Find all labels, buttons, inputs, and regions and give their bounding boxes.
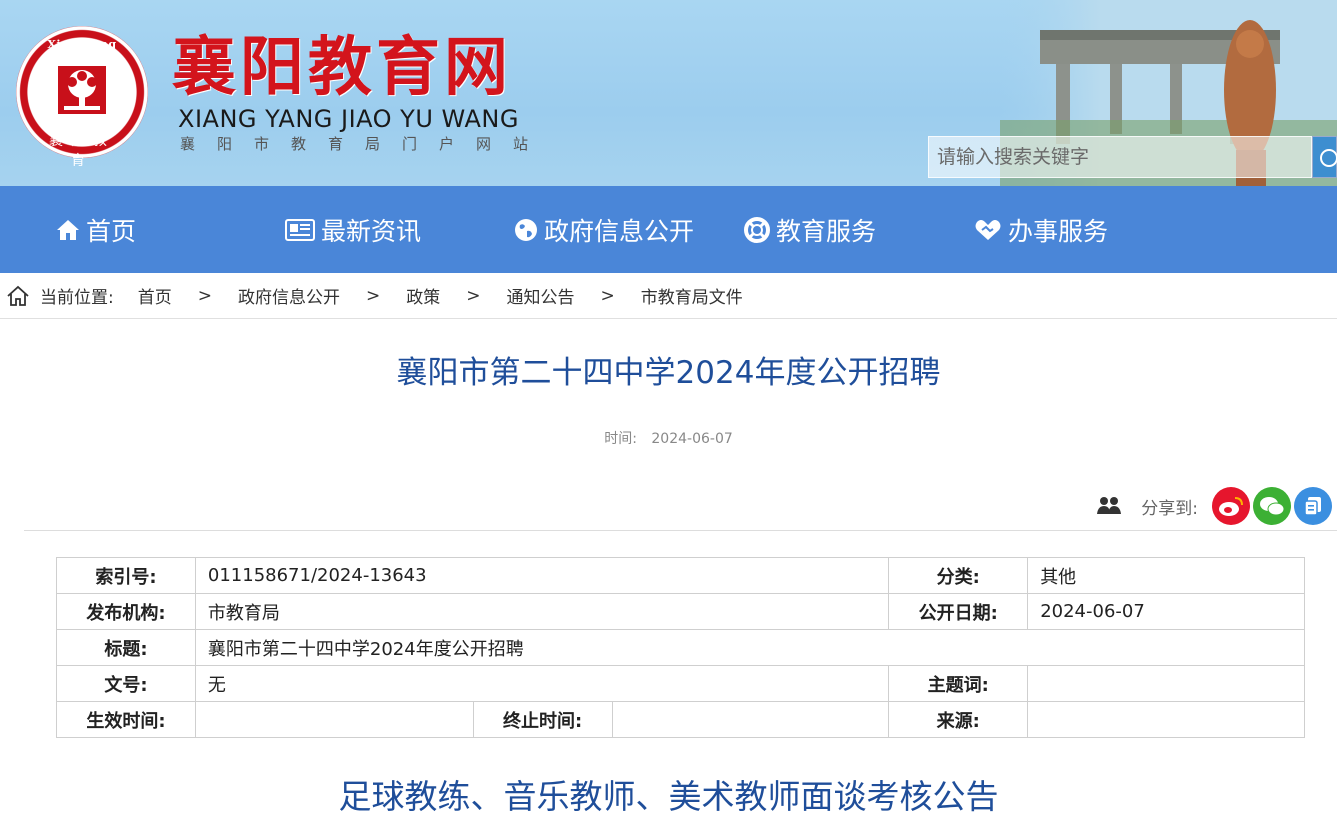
category-value: 其他: [1027, 557, 1305, 594]
nav-item-label: 最新资讯: [321, 216, 422, 246]
publisher-value: 市教育局: [194, 593, 890, 630]
globe-icon: [515, 218, 537, 241]
site-logo[interactable]: Xiangyang Education 襄阳教育: [16, 26, 148, 169]
home-icon: [57, 219, 79, 240]
people-icon: [1097, 497, 1122, 514]
end-label: 终止时间:: [472, 701, 613, 738]
table-row: 发布机构: 市教育局 公开日期: 2024-06-07: [56, 593, 1305, 630]
nav-item-home[interactable]: 首页: [56, 186, 136, 273]
breadcrumb-item-policy[interactable]: 政策: [406, 283, 440, 308]
breadcrumb-separator: >: [600, 285, 615, 306]
source-label: 来源:: [888, 701, 1029, 738]
source-value: [1027, 701, 1305, 738]
index-label: 索引号:: [56, 557, 196, 594]
search-icon: [1320, 149, 1337, 167]
effective-label: 生效时间:: [56, 701, 196, 738]
keywords-label: 主题词:: [888, 665, 1029, 702]
title-value: 襄阳市第二十四中学2024年度公开招聘: [194, 629, 1306, 666]
main-nav: 首页 最新资讯 政府信息公开 教育服务 办事服务: [0, 186, 1337, 273]
table-row: 文号: 无 主题词:: [56, 665, 1305, 702]
copy-icon: [1304, 497, 1321, 516]
search-box: [928, 136, 1312, 178]
breadcrumb-prefix: 当前位置:: [40, 288, 114, 308]
breadcrumb-item-home[interactable]: 首页: [138, 283, 172, 308]
time-value: 2024-06-07: [651, 431, 733, 447]
newspaper-icon: [285, 218, 315, 241]
content-subtitle: 足球教练、音乐教师、美术教师面谈考核公告: [338, 777, 999, 816]
breadcrumb-item-gov-info[interactable]: 政府信息公开: [238, 283, 340, 308]
share-bar: 分享到:: [1097, 486, 1333, 526]
nav-item-label: 教育服务: [776, 216, 877, 246]
site-pinyin: XIANG YANG JIAO YU WANG: [178, 105, 519, 133]
nav-item-edu-service[interactable]: 教育服务: [744, 186, 876, 273]
share-weibo-button[interactable]: [1212, 487, 1250, 525]
pubdate-label: 公开日期:: [888, 593, 1029, 630]
effective-value: [194, 701, 474, 738]
home-outline-icon: [7, 285, 29, 306]
divider: [24, 530, 1337, 531]
breadcrumb-separator: >: [365, 285, 381, 306]
handshake-icon: [975, 219, 1001, 240]
wechat-icon: [1260, 497, 1285, 516]
title-label: 标题:: [56, 629, 196, 666]
weibo-icon: [1219, 497, 1243, 516]
table-row: 标题: 襄阳市第二十四中学2024年度公开招聘: [56, 629, 1306, 666]
share-label: 分享到:: [1141, 498, 1198, 519]
nav-item-label: 办事服务: [1008, 216, 1109, 246]
publisher-label: 发布机构:: [56, 593, 196, 630]
lifebuoy-icon: [744, 216, 770, 243]
tree-icon: [58, 66, 106, 114]
document-meta-table: 索引号: 011158671/2024-13643 分类: 其他 发布机构: 市…: [56, 557, 1306, 738]
table-row: 索引号: 011158671/2024-13643 分类: 其他: [56, 557, 1305, 594]
site-banner: Xiangyang Education 襄阳教育 襄阳教育网 XIANG YAN…: [0, 0, 1337, 186]
keywords-value: [1027, 665, 1305, 702]
search-input[interactable]: [929, 137, 1311, 177]
end-value: [611, 701, 890, 738]
breadcrumb: 当前位置: 首页 > 政府信息公开 > 政策 > 通知公告 > 市教育局文件: [0, 273, 1337, 319]
table-row: 生效时间: 终止时间: 来源:: [56, 701, 1305, 738]
time-label: 时间:: [604, 431, 637, 447]
breadcrumb-item-bureau-docs[interactable]: 市教育局文件: [641, 283, 743, 308]
nav-item-gov-info[interactable]: 政府信息公开: [514, 186, 694, 273]
breadcrumb-separator: >: [466, 285, 481, 306]
site-subtitle: 襄阳市教育局门户网站: [180, 135, 551, 153]
article-title: 襄阳市第二十四中学2024年度公开招聘: [396, 355, 941, 391]
share-qzone-button[interactable]: [1294, 487, 1332, 525]
logo-ring-text: Xiangyang Education: [47, 38, 117, 64]
pubdate-value: 2024-06-07: [1027, 593, 1305, 630]
breadcrumb-item-notices[interactable]: 通知公告: [506, 283, 574, 308]
site-title[interactable]: 襄阳教育网: [172, 28, 512, 108]
nav-item-label: 政府信息公开: [544, 216, 695, 246]
nav-item-label: 首页: [86, 216, 137, 246]
search-button[interactable]: [1312, 136, 1337, 178]
index-value: 011158671/2024-13643: [194, 557, 890, 594]
docno-label: 文号:: [56, 665, 196, 702]
category-label: 分类:: [888, 557, 1029, 594]
docno-value: 无: [194, 665, 890, 702]
logo-bottom-text: 襄阳教育: [49, 133, 115, 169]
share-wechat-button[interactable]: [1253, 487, 1291, 525]
breadcrumb-separator: >: [197, 285, 212, 306]
nav-item-affairs-service[interactable]: 办事服务: [974, 186, 1108, 273]
nav-item-news[interactable]: 最新资讯: [285, 186, 421, 273]
article-time: 时间: 2024-06-07: [0, 428, 1337, 448]
